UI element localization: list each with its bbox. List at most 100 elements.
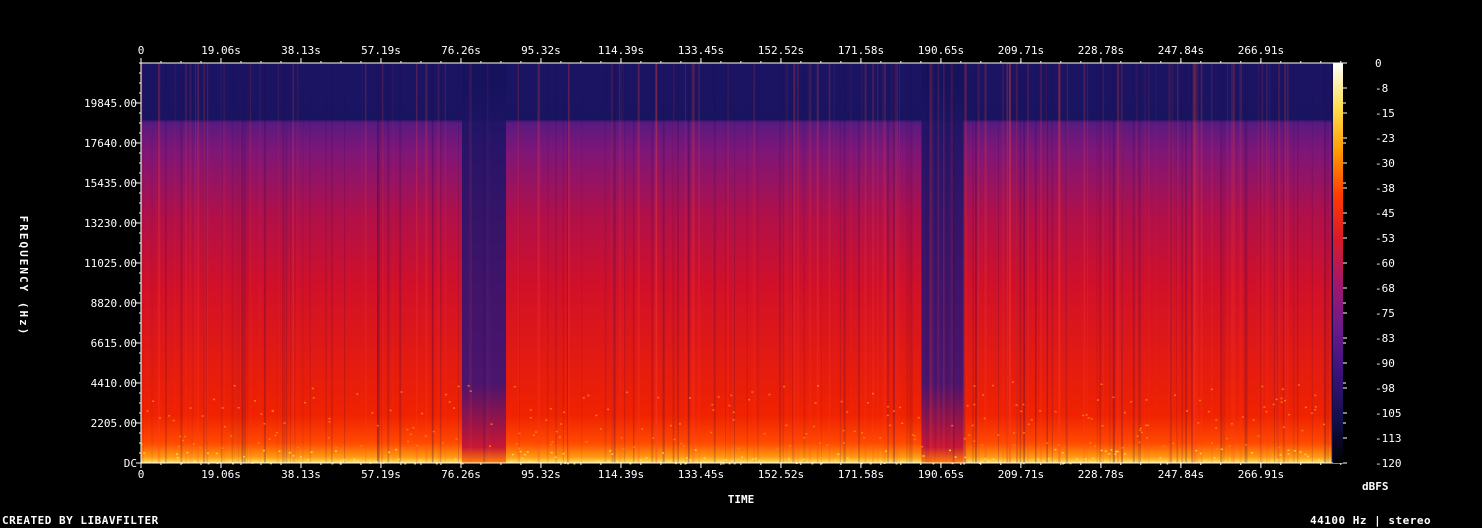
harmonic-dot <box>867 402 869 404</box>
harmonic-dot <box>177 445 180 448</box>
harmonic-dot <box>863 437 866 439</box>
harmonic-dot <box>1301 429 1304 432</box>
x-tick-label: 152.52s <box>758 44 804 57</box>
spectrogram-streak <box>797 63 799 463</box>
spectrogram-streak <box>685 63 687 463</box>
harmonic-dot <box>789 445 792 447</box>
harmonic-dot <box>335 446 338 449</box>
spectrogram-streak <box>952 63 955 463</box>
harmonic-dot <box>679 423 681 425</box>
x-tick-label: 171.58s <box>838 44 884 57</box>
x-tick-label: 228.78s <box>1078 44 1124 57</box>
spectrogram-streak <box>864 63 867 463</box>
colorbar-tick-label: -30 <box>1375 157 1395 170</box>
harmonic-dot <box>954 456 957 458</box>
harmonic-dot <box>1061 452 1064 454</box>
harmonic-dot <box>1244 444 1247 446</box>
spectrogram-streak <box>984 63 987 463</box>
colorbar-tick-label: -60 <box>1375 257 1395 270</box>
x-tick-label: 0 <box>138 468 145 481</box>
harmonic-dot <box>992 458 995 460</box>
spectrogram-streak <box>1244 63 1247 463</box>
harmonic-dot <box>307 459 310 461</box>
harmonic-dot <box>986 460 989 462</box>
spectrogram-streak <box>821 63 822 463</box>
spectrogram-streak <box>1231 63 1233 463</box>
spectrogram-streak <box>282 63 283 463</box>
colorbar-tick-label: -83 <box>1375 332 1395 345</box>
harmonic-dot <box>1203 460 1206 462</box>
harmonic-dot <box>1136 435 1139 437</box>
harmonic-dot <box>1110 449 1113 451</box>
harmonic-dot <box>1172 442 1175 445</box>
lowpass-band <box>141 63 1332 121</box>
harmonic-dot <box>982 394 985 396</box>
harmonic-dot <box>1015 404 1018 406</box>
harmonic-dot <box>1104 450 1107 452</box>
spectrogram-streak <box>294 63 296 463</box>
harmonic-dot <box>963 437 966 440</box>
harmonic-dot <box>1230 423 1233 425</box>
harmonic-dot <box>951 424 954 427</box>
colorbar-tick-label: -113 <box>1375 432 1402 445</box>
harmonic-dot <box>162 460 165 462</box>
spectrogram-streak <box>622 63 624 463</box>
spectrogram-streak <box>861 63 863 463</box>
harmonic-dot <box>551 441 554 443</box>
harmonic-dot <box>1108 453 1111 455</box>
harmonic-dot <box>607 408 610 411</box>
harmonic-dot <box>1287 449 1290 452</box>
harmonic-dot <box>964 456 967 459</box>
harmonic-dot <box>1226 437 1228 440</box>
harmonic-dot <box>1314 394 1317 397</box>
harmonic-dot <box>1116 450 1119 453</box>
spectrogram-streak <box>793 63 796 463</box>
harmonic-dot <box>1279 454 1282 456</box>
harmonic-dot <box>389 409 392 412</box>
harmonic-dot <box>457 385 460 388</box>
harmonic-dot <box>730 460 733 462</box>
harmonic-dot <box>1272 403 1275 406</box>
harmonic-dot <box>1022 403 1025 406</box>
spectrogram-streak <box>677 63 679 463</box>
harmonic-dot <box>1140 431 1143 434</box>
harmonic-dot <box>949 449 951 452</box>
harmonic-dot <box>1297 384 1300 386</box>
spectrogram-streak <box>1181 63 1184 463</box>
spectrogram-streak <box>246 63 248 463</box>
spectrogram-streak <box>1117 63 1119 463</box>
harmonic-dot <box>199 447 202 449</box>
harmonic-dot <box>1263 406 1266 408</box>
harmonic-dot <box>595 414 598 417</box>
spectrogram-streak <box>518 63 520 463</box>
colorbar-label: dBFS <box>1362 480 1389 493</box>
spectrogram-streak <box>180 63 183 463</box>
harmonic-dot <box>1084 458 1087 460</box>
harmonic-dot <box>341 460 344 463</box>
spectrogram-streak <box>283 63 285 463</box>
harmonic-dot <box>1112 396 1115 399</box>
spectrogram-streak <box>1191 63 1193 463</box>
harmonic-dot <box>271 410 274 412</box>
harmonic-dot <box>283 422 286 424</box>
spectrogram-streak <box>562 63 564 463</box>
x-tick-label: 209.71s <box>998 44 1044 57</box>
spectrogram-streak <box>302 63 304 463</box>
spectrogram-streak <box>1211 63 1213 463</box>
spectrogram-streak <box>1269 63 1270 463</box>
harmonic-dot <box>888 424 891 427</box>
y-tick-label: 11025.00 <box>84 257 137 270</box>
harmonic-dot <box>237 407 240 409</box>
harmonic-dot <box>243 455 245 458</box>
harmonic-dot <box>1020 410 1023 413</box>
harmonic-dot <box>395 448 398 451</box>
spectrogram-streak <box>1132 63 1135 463</box>
spectrogram-streak <box>381 63 383 463</box>
harmonic-dot <box>607 460 610 462</box>
spectrogram-streak <box>1327 63 1329 463</box>
harmonic-dot <box>1250 452 1253 454</box>
harmonic-dot <box>1293 450 1296 452</box>
harmonic-dot <box>1197 422 1200 424</box>
y-tick-label: 4410.00 <box>91 377 137 390</box>
y-tick-label: 8820.00 <box>91 297 137 310</box>
